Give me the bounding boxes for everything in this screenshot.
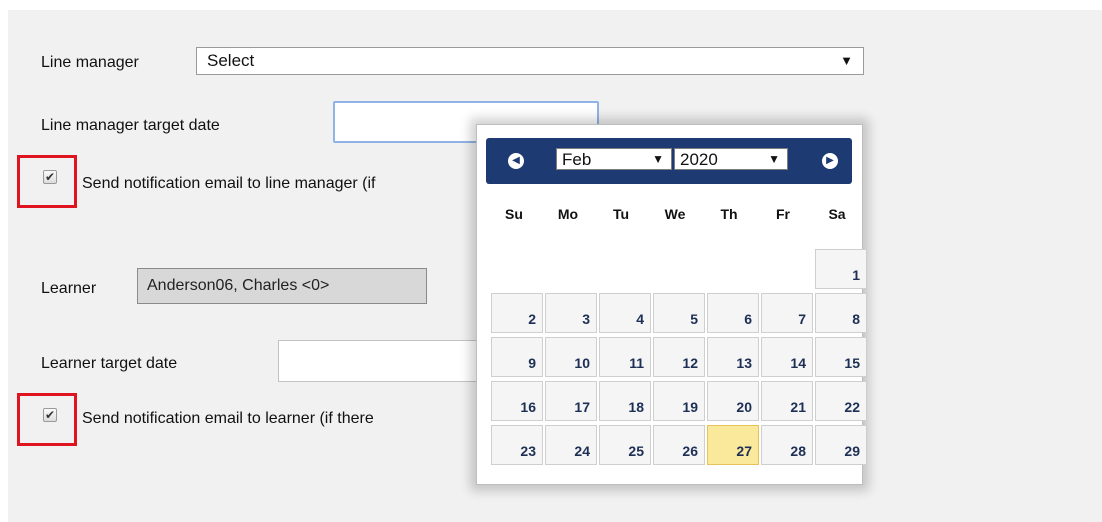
- weekday-label: Su: [505, 206, 523, 222]
- weekday-label: Tu: [612, 206, 630, 222]
- learner-target-date-input[interactable]: [278, 340, 478, 382]
- weekday-label: Fr: [776, 206, 790, 222]
- day-cell[interactable]: 19: [653, 381, 705, 421]
- day-cell[interactable]: 21: [761, 381, 813, 421]
- next-month-icon[interactable]: ▶: [822, 153, 838, 169]
- learner-readonly-field: Anderson06, Charles <0>: [137, 268, 427, 304]
- learner-notify-label: Send notification email to learner (if t…: [82, 410, 374, 427]
- day-cell[interactable]: 20: [707, 381, 759, 421]
- prev-month-icon[interactable]: ◀: [508, 153, 524, 169]
- weekday-label: Mo: [557, 206, 579, 222]
- day-cell[interactable]: 11: [599, 337, 651, 377]
- learner-notify-checkbox[interactable]: ✔: [43, 408, 57, 422]
- day-cell[interactable]: 18: [599, 381, 651, 421]
- day-cell[interactable]: 24: [545, 425, 597, 465]
- day-cell[interactable]: 17: [545, 381, 597, 421]
- day-cell[interactable]: 12: [653, 337, 705, 377]
- day-cell[interactable]: 16: [491, 381, 543, 421]
- day-cell[interactable]: 26: [653, 425, 705, 465]
- day-cell[interactable]: 7: [761, 293, 813, 333]
- day-cell[interactable]: 8: [815, 293, 867, 333]
- day-cell[interactable]: 13: [707, 337, 759, 377]
- chevron-down-icon: ▼: [768, 152, 780, 166]
- weekday-label: Th: [720, 206, 738, 222]
- datepicker-header: ◀ Feb ▼ 2020 ▼ ▶: [486, 138, 852, 184]
- month-select[interactable]: Feb ▼: [556, 148, 672, 170]
- chevron-down-icon: ▼: [840, 53, 853, 68]
- day-cell[interactable]: 28: [761, 425, 813, 465]
- year-select-value: 2020: [680, 150, 718, 169]
- learner-value: Anderson06, Charles <0>: [147, 277, 330, 294]
- line-manager-label: Line manager: [41, 54, 139, 71]
- day-cell[interactable]: 22: [815, 381, 867, 421]
- day-cell[interactable]: 4: [599, 293, 651, 333]
- line-manager-select-value: Select: [207, 51, 255, 70]
- day-cell[interactable]: 15: [815, 337, 867, 377]
- day-cell[interactable]: 29: [815, 425, 867, 465]
- learner-target-date-label: Learner target date: [41, 355, 178, 372]
- day-cell[interactable]: 3: [545, 293, 597, 333]
- day-cell[interactable]: 10: [545, 337, 597, 377]
- weekday-label: We: [664, 206, 686, 222]
- year-select[interactable]: 2020 ▼: [674, 148, 788, 170]
- day-cell[interactable]: 1: [815, 249, 867, 289]
- day-cell[interactable]: 25: [599, 425, 651, 465]
- day-cell[interactable]: 5: [653, 293, 705, 333]
- learner-label: Learner: [41, 280, 97, 297]
- month-select-value: Feb: [562, 150, 592, 169]
- day-cell[interactable]: 9: [491, 337, 543, 377]
- datepicker-popup: ◀ Feb ▼ 2020 ▼ ▶ Su Mo Tu We Th Fr Sa 1 …: [476, 124, 867, 485]
- weekday-label: Sa: [828, 206, 846, 222]
- line-manager-target-date-label: Line manager target date: [41, 117, 220, 134]
- day-cell[interactable]: 23: [491, 425, 543, 465]
- line-manager-notify-label: Send notification email to line manager …: [82, 175, 376, 192]
- line-manager-select[interactable]: Select ▼: [196, 47, 864, 75]
- chevron-down-icon: ▼: [652, 152, 664, 166]
- day-cell[interactable]: 6: [707, 293, 759, 333]
- day-cell[interactable]: 14: [761, 337, 813, 377]
- day-cell-today[interactable]: 27: [707, 425, 759, 465]
- day-cell[interactable]: 2: [491, 293, 543, 333]
- line-manager-notify-checkbox[interactable]: ✔: [43, 170, 57, 184]
